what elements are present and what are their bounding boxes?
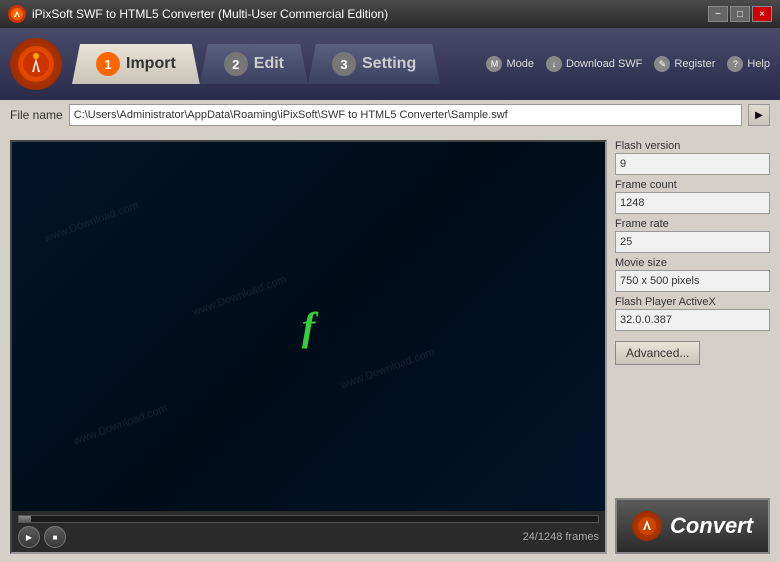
- convert-icon: [632, 511, 662, 541]
- frame-info: 24/1248 frames: [523, 531, 599, 543]
- frame-count-label: Frame count: [615, 179, 770, 191]
- movie-size-group: Movie size: [615, 257, 770, 292]
- flash-symbol: f: [302, 303, 315, 350]
- tab-import-number: 1: [96, 52, 120, 76]
- help-button[interactable]: ? Help: [727, 56, 770, 72]
- movie-size-input: [615, 270, 770, 292]
- preview-panel: www.Download.com www.Download.com www.Do…: [10, 140, 607, 554]
- stop-button[interactable]: ■: [44, 526, 66, 548]
- register-label: Register: [674, 58, 715, 70]
- flash-player-label: Flash Player ActiveX: [615, 296, 770, 308]
- register-icon: ✎: [654, 56, 670, 72]
- info-panel: Flash version Frame count Frame rate Mov…: [615, 140, 770, 554]
- convert-button[interactable]: Convert: [615, 498, 770, 554]
- download-icon: ↓: [546, 56, 562, 72]
- maximize-button[interactable]: □: [730, 6, 750, 22]
- window-controls: − □ ×: [708, 6, 772, 22]
- tab-import[interactable]: 1 Import: [72, 44, 200, 84]
- convert-section: Convert: [615, 490, 770, 554]
- play-button[interactable]: ▶: [18, 526, 40, 548]
- flash-version-group: Flash version: [615, 140, 770, 175]
- tab-import-label: Import: [126, 55, 176, 73]
- watermark-3: www.Download.com: [339, 347, 436, 392]
- preview-controls: ▶ ■ 24/1248 frames: [12, 511, 605, 552]
- file-name-input[interactable]: [69, 104, 742, 126]
- tab-setting-label: Setting: [362, 55, 416, 73]
- toolbar-right: M Mode ↓ Download SWF ✎ Register ? Help: [486, 56, 770, 72]
- file-browse-button[interactable]: ▶: [748, 104, 770, 126]
- app-icon: [8, 5, 26, 23]
- help-label: Help: [747, 58, 770, 70]
- flash-player-group: Flash Player ActiveX: [615, 296, 770, 331]
- controls-row: ▶ ■ 24/1248 frames: [18, 526, 599, 548]
- tab-edit-label: Edit: [254, 55, 284, 73]
- frame-rate-label: Frame rate: [615, 218, 770, 230]
- advanced-button[interactable]: Advanced...: [615, 341, 700, 365]
- minimize-button[interactable]: −: [708, 6, 728, 22]
- tab-setting-number: 3: [332, 52, 356, 76]
- flash-player-input: [615, 309, 770, 331]
- app-logo: [10, 38, 62, 90]
- top-toolbar: 1 Import 2 Edit 3 Setting M Mode ↓ Downl…: [0, 28, 780, 100]
- browse-icon: ▶: [755, 110, 763, 121]
- frame-count-input: [615, 192, 770, 214]
- frame-rate-input: [615, 231, 770, 253]
- tab-edit-number: 2: [224, 52, 248, 76]
- progress-bar-container[interactable]: [18, 515, 599, 523]
- movie-size-label: Movie size: [615, 257, 770, 269]
- frame-rate-group: Frame rate: [615, 218, 770, 253]
- progress-bar-fill: [19, 516, 31, 522]
- content-area: www.Download.com www.Download.com www.Do…: [0, 132, 780, 562]
- tabs: 1 Import 2 Edit 3 Setting: [72, 44, 476, 84]
- frame-count-group: Frame count: [615, 179, 770, 214]
- title-bar: iPixSoft SWF to HTML5 Converter (Multi-U…: [0, 0, 780, 28]
- register-button[interactable]: ✎ Register: [654, 56, 715, 72]
- mode-button[interactable]: M Mode: [486, 56, 534, 72]
- help-icon: ?: [727, 56, 743, 72]
- title-bar-left: iPixSoft SWF to HTML5 Converter (Multi-U…: [8, 5, 388, 23]
- preview-canvas: www.Download.com www.Download.com www.Do…: [12, 142, 605, 511]
- close-button[interactable]: ×: [752, 6, 772, 22]
- watermark-1: www.Download.com: [43, 199, 140, 244]
- stop-icon: ■: [53, 533, 58, 542]
- mode-label: Mode: [506, 58, 534, 70]
- watermark-4: www.Download.com: [72, 402, 169, 447]
- convert-label: Convert: [670, 513, 753, 539]
- mode-icon: M: [486, 56, 502, 72]
- file-row: File name ▶: [0, 100, 780, 132]
- download-label: Download SWF: [566, 58, 642, 70]
- download-button[interactable]: ↓ Download SWF: [546, 56, 642, 72]
- flash-version-input: [615, 153, 770, 175]
- tab-setting[interactable]: 3 Setting: [308, 44, 440, 84]
- logo-icon: [18, 46, 54, 82]
- window-title: iPixSoft SWF to HTML5 Converter (Multi-U…: [32, 7, 388, 21]
- file-name-label: File name: [10, 108, 63, 122]
- tab-edit[interactable]: 2 Edit: [200, 44, 308, 84]
- app-window: 1 Import 2 Edit 3 Setting M Mode ↓ Downl…: [0, 28, 780, 562]
- play-icon: ▶: [26, 533, 32, 542]
- watermark-2: www.Download.com: [191, 273, 288, 318]
- flash-version-label: Flash version: [615, 140, 770, 152]
